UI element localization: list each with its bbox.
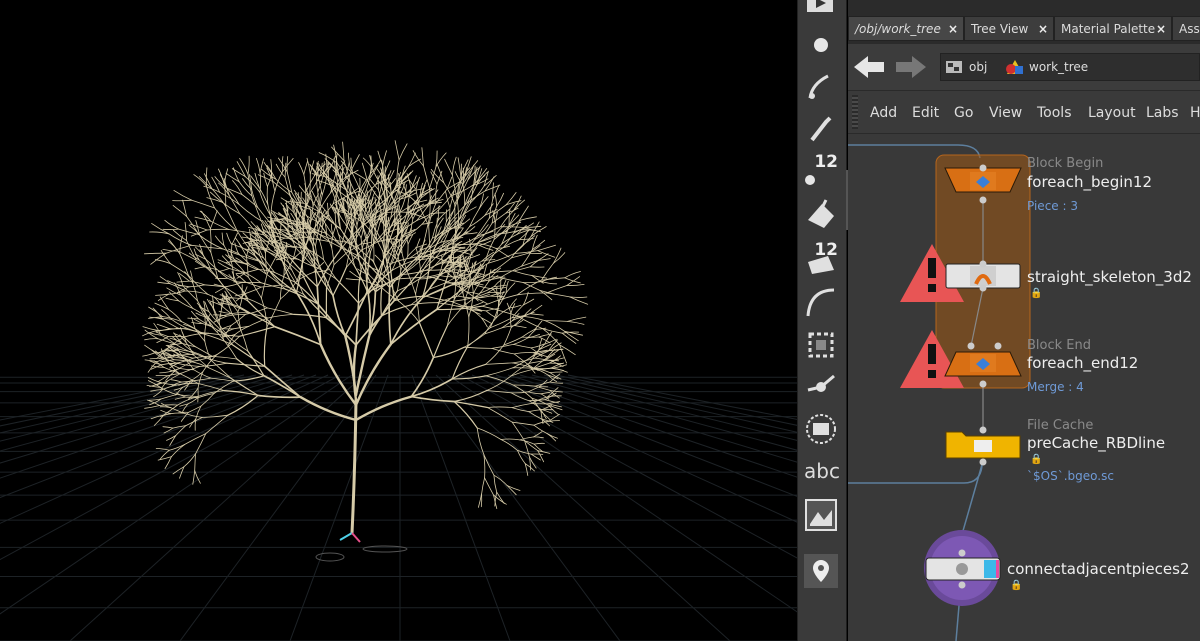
brush-icon[interactable] [802,110,840,148]
network-editor-pane: /obj/work_tree × Tree View × Material Pa… [848,0,1200,641]
close-icon[interactable]: × [948,17,958,40]
node-file-cache[interactable] [945,426,1021,466]
close-icon[interactable]: × [1156,17,1166,40]
cache-icon[interactable] [802,410,840,448]
node-straight-skeleton[interactable] [945,260,1021,292]
obj-context-icon [946,61,962,73]
grid-select-icon[interactable] [802,326,840,364]
camera-icon[interactable] [802,0,840,26]
menu-labs[interactable]: Labs [1146,105,1179,121]
location-pin-icon[interactable] [802,552,840,590]
poly-shovel-icon[interactable] [802,196,840,234]
tree-geometry [142,140,589,535]
node-name-label[interactable]: preCache_RBDline [1027,434,1165,452]
transform-handle-icon[interactable] [802,368,840,406]
menu-edit[interactable]: Edit [912,105,939,121]
navigation-bar: obj work_tree [848,44,1200,91]
tab-label: /obj/work_tree [855,22,941,36]
geometry-object-icon [1006,60,1023,74]
tab-label: Material Palette [1061,22,1156,36]
node-info-label: `$OS`.bgeo.sc [1027,469,1114,483]
node-connect-adjacent[interactable] [924,530,1001,606]
node-type-label: Block End [1027,338,1091,353]
node-name-label[interactable]: foreach_begin12 [1027,173,1152,191]
lock-icon: 🔒 [1030,288,1043,299]
point-number-label: 12 [814,152,838,172]
sphere-icon[interactable] [802,26,840,64]
lock-icon: 🔒 [1030,454,1043,465]
prim-number-icon[interactable]: 12 [802,240,840,278]
tab-obj-work-tree[interactable]: /obj/work_tree × [848,16,964,41]
menu-add[interactable]: Add [870,105,897,121]
menu-help[interactable]: H [1190,105,1200,121]
prim-number-label: 12 [814,240,838,260]
ground-grid [0,374,797,641]
curve-draw-icon[interactable] [802,68,840,106]
viewport-canvas [0,140,797,641]
node-type-label: Block Begin [1027,156,1104,171]
breadcrumb[interactable]: obj work_tree [940,53,1200,81]
text-tool-label: abc [804,459,840,483]
menu-view[interactable]: View [989,105,1022,121]
tab-label: Asse [1179,22,1200,36]
menu-go[interactable]: Go [954,105,973,121]
tab-tree-view[interactable]: Tree View × [964,16,1054,41]
node-name-label[interactable]: foreach_end12 [1027,354,1138,372]
node-info-label: Merge : 4 [1027,380,1084,394]
bezier-curve-icon[interactable] [802,284,840,322]
breadcrumb-root[interactable]: obj [969,60,987,74]
menu-tools[interactable]: Tools [1037,105,1072,121]
feedback-wire [848,465,983,484]
point-number-icon[interactable]: 12 [802,152,840,190]
forward-arrow-icon[interactable] [894,54,928,80]
tab-label: Tree View [971,22,1029,36]
text-tool-icon[interactable]: abc [802,454,840,492]
node-name-label[interactable]: connectadjacentpieces2 [1007,560,1189,578]
menu-grip[interactable] [852,95,858,129]
tab-material-palette[interactable]: Material Palette × [1054,16,1172,41]
node-type-label: File Cache [1027,418,1094,433]
image-plane-icon[interactable] [802,496,840,534]
tab-asset[interactable]: Asse [1172,16,1200,41]
menu-layout[interactable]: Layout [1088,105,1136,121]
back-arrow-icon[interactable] [852,54,886,80]
close-icon[interactable]: × [1038,17,1048,40]
scene-viewport[interactable] [0,0,797,641]
menu-bar: Add Edit Go View Tools Layout Labs H [848,91,1200,134]
lock-icon: 🔒 [1010,580,1023,591]
pane-tab-bar: /obj/work_tree × Tree View × Material Pa… [848,0,1200,44]
node-info-label: Piece : 3 [1027,199,1078,213]
tool-shelf: 12 12 abc [797,0,847,641]
breadcrumb-current[interactable]: work_tree [1029,60,1088,74]
network-canvas[interactable]: Block Begin foreach_begin12 Piece : 3 st… [848,134,1200,641]
node-name-label[interactable]: straight_skeleton_3d2 [1027,268,1192,286]
